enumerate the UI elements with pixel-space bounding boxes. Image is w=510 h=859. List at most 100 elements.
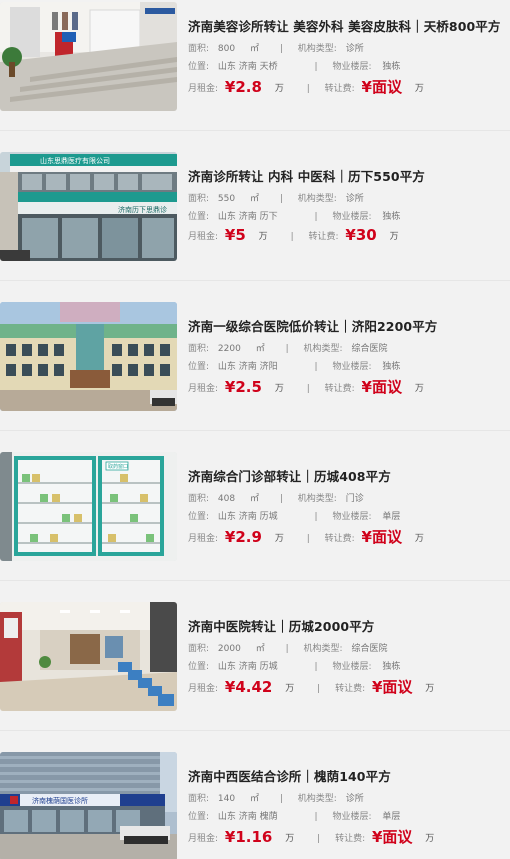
listing-title[interactable]: 济南美容诊所转让 美容外科 美容皮肤科｜天桥800平方 (188, 16, 501, 35)
listing-list: 济南美容诊所转让 美容外科 美容皮肤科｜天桥800平方 面积: 800 ㎡ | … (0, 0, 510, 859)
fee-unit: 万 (414, 384, 424, 394)
area-unit: ㎡ (249, 494, 259, 504)
rent-value: ¥5 (224, 226, 246, 244)
rent-label: 月租金: (188, 534, 219, 544)
listing-row-area: 面积: 140 ㎡ | 机构类型: 诊所 (188, 791, 364, 804)
fee-label: 转让费: (335, 684, 366, 694)
floor-label: 物业楼层: (332, 212, 372, 222)
divider-bar: | (314, 512, 318, 522)
listing-card[interactable]: 济南一级综合医院低价转让｜济阳2200平方 面积: 2200 ㎡ | 机构类型:… (0, 300, 510, 450)
divider-bar: | (290, 232, 294, 242)
floor-label: 物业楼层: (332, 662, 372, 672)
listing-title[interactable]: 济南一级综合医院低价转让｜济阳2200平方 (188, 316, 437, 335)
floor-value: 单层 (382, 512, 401, 522)
rent-unit: 万 (285, 834, 295, 844)
listing-title[interactable]: 济南诊所转让 内科 中医科｜历下550平方 (188, 166, 425, 185)
location-value: 山东 济南 天桥 (217, 62, 278, 72)
area-unit: ㎡ (249, 194, 259, 204)
location-label: 位置: (188, 362, 210, 372)
divider-bar: | (285, 344, 289, 354)
divider-bar: | (314, 812, 318, 822)
floor-value: 独栋 (382, 362, 401, 372)
rent-label: 月租金: (188, 834, 219, 844)
listing-row-area: 面积: 550 ㎡ | 机构类型: 诊所 (188, 191, 364, 204)
clinic-exterior-photo[interactable]: 济南槐荫国医诊所 (0, 752, 177, 859)
hospital-building-photo[interactable] (0, 302, 177, 411)
floor-value: 单层 (382, 812, 401, 822)
area-label: 面积: (188, 194, 210, 204)
type-value: 综合医院 (351, 644, 388, 654)
card-divider (0, 580, 510, 581)
listing-title[interactable]: 济南中医院转让｜历城2000平方 (188, 616, 374, 635)
listing-card[interactable]: 山东思鼎医疗有限公司 济南历下思鼎诊 济南诊所转让 内科 中医科｜历下550平方… (0, 150, 510, 300)
card-divider (0, 280, 510, 281)
listing-title[interactable]: 济南中西医结合诊所｜槐荫140平方 (188, 766, 391, 785)
area-unit: ㎡ (255, 344, 265, 354)
clinic-lobby-photo[interactable] (0, 2, 177, 111)
fee-label: 转让费: (324, 84, 355, 94)
area-value: 408 (217, 494, 236, 504)
fee-value: ¥面议 (361, 378, 402, 396)
rent-label: 月租金: (188, 84, 219, 94)
divider-bar: | (314, 662, 318, 672)
divider-bar: | (314, 62, 318, 72)
listing-title[interactable]: 济南综合门诊部转让｜历城408平方 (188, 466, 391, 485)
rent-value: ¥4.42 (224, 678, 273, 696)
divider-bar: | (317, 834, 321, 844)
area-unit: ㎡ (255, 644, 265, 654)
fee-unit: 万 (425, 834, 435, 844)
pharmacy-shelves-photo[interactable]: 取药窗口 (0, 452, 177, 561)
listing-row-area: 面积: 800 ㎡ | 机构类型: 诊所 (188, 41, 364, 54)
listing-card[interactable]: 济南槐荫国医诊所 济南中西医结合诊所｜槐荫140平方 面积: 140 ㎡ | 机… (0, 750, 510, 859)
waiting-hall-photo[interactable] (0, 602, 177, 711)
type-label: 机构类型: (297, 194, 337, 204)
area-value: 140 (217, 794, 236, 804)
listing-card[interactable]: 济南中医院转让｜历城2000平方 面积: 2000 ㎡ | 机构类型: 综合医院… (0, 600, 510, 750)
type-value: 诊所 (345, 44, 364, 54)
floor-value: 独栋 (382, 662, 401, 672)
rent-label: 月租金: (188, 232, 219, 242)
divider-bar: | (279, 44, 283, 54)
rent-unit: 万 (258, 232, 268, 242)
area-value: 2200 (217, 344, 241, 354)
fee-label: 转让费: (324, 534, 355, 544)
fee-value: ¥面议 (361, 78, 402, 96)
listing-row-location: 位置: 山东 济南 历下 | 物业楼层: 独栋 (188, 209, 400, 222)
listing-card[interactable]: 济南美容诊所转让 美容外科 美容皮肤科｜天桥800平方 面积: 800 ㎡ | … (0, 0, 510, 150)
rent-unit: 万 (285, 684, 295, 694)
listing-row-price: 月租金: ¥2.8 万 | 转让费: ¥面议 万 (188, 76, 424, 98)
divider-bar: | (306, 384, 310, 394)
listing-row-area: 面积: 408 ㎡ | 机构类型: 门诊 (188, 491, 364, 504)
fee-value: ¥面议 (361, 528, 402, 546)
fee-value: ¥面议 (371, 678, 413, 696)
sign-text: 山东思鼎医疗有限公司 (40, 156, 110, 165)
divider-bar: | (306, 84, 310, 94)
rent-value: ¥2.5 (224, 378, 262, 396)
rent-value: ¥1.16 (224, 828, 273, 846)
fee-unit: 万 (425, 684, 435, 694)
fee-unit: 万 (414, 84, 424, 94)
listing-card[interactable]: 取药窗口 济南综合门诊部转让｜历城408平方 面积: 408 ㎡ | 机构类型:… (0, 450, 510, 600)
fee-unit: 万 (389, 232, 399, 242)
listing-row-price: 月租金: ¥1.16 万 | 转让费: ¥面议 万 (188, 826, 434, 848)
location-value: 山东 济南 济阳 (217, 362, 278, 372)
type-label: 机构类型: (297, 494, 337, 504)
type-label: 机构类型: (303, 344, 343, 354)
area-unit: ㎡ (249, 44, 259, 54)
type-value: 门诊 (345, 494, 364, 504)
rent-unit: 万 (274, 534, 284, 544)
location-value: 山东 济南 历城 (217, 512, 278, 522)
storefront-photo[interactable]: 山东思鼎医疗有限公司 济南历下思鼎诊 (0, 152, 177, 261)
rent-value: ¥2.8 (224, 78, 262, 96)
area-value: 800 (217, 44, 236, 54)
card-divider (0, 130, 510, 131)
area-value: 550 (217, 194, 236, 204)
location-value: 山东 济南 槐荫 (217, 812, 278, 822)
listing-row-location: 位置: 山东 济南 槐荫 | 物业楼层: 单层 (188, 809, 400, 822)
listing-row-price: 月租金: ¥4.42 万 | 转让费: ¥面议 万 (188, 676, 434, 698)
card-divider (0, 430, 510, 431)
area-label: 面积: (188, 344, 210, 354)
fee-label: 转让费: (335, 834, 366, 844)
sign-text: 取药窗口 (108, 463, 128, 470)
area-value: 2000 (217, 644, 241, 654)
